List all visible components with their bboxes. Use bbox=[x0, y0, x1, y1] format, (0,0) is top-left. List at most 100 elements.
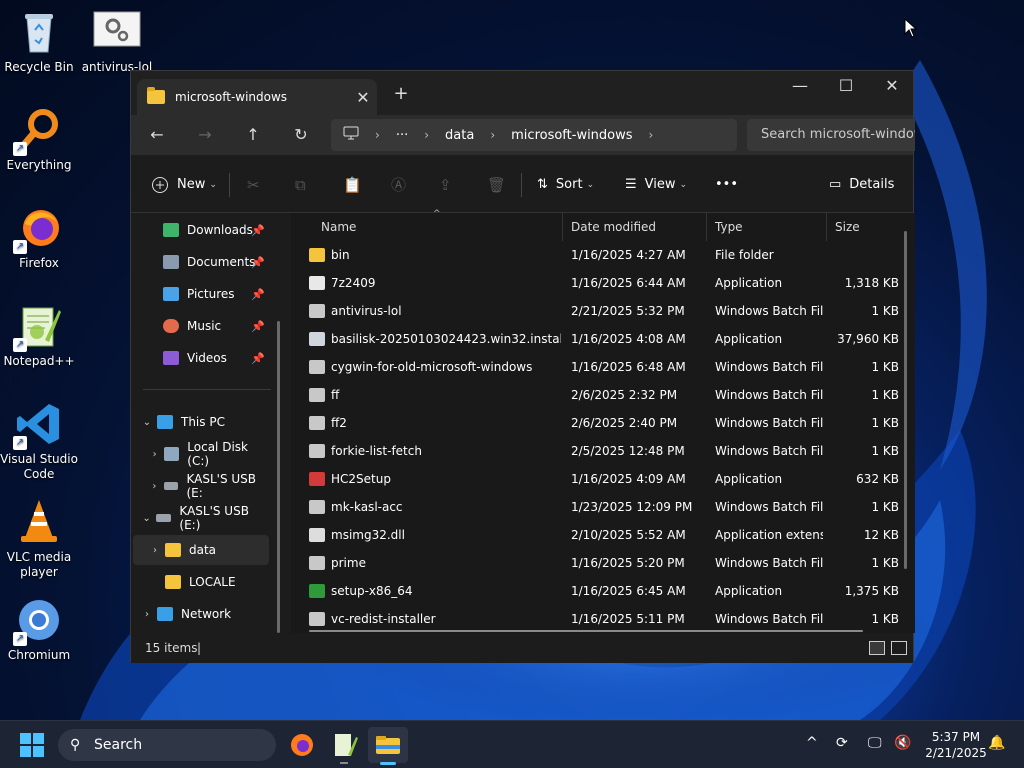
desktop-icon-antivirus-lol[interactable]: antivirus-lol bbox=[76, 8, 158, 75]
close-button[interactable]: ✕ bbox=[869, 71, 915, 103]
search-input[interactable]: Search microsoft-windows bbox=[747, 119, 915, 151]
refresh-button[interactable]: ↻ bbox=[283, 121, 319, 149]
forward-button[interactable]: → bbox=[187, 121, 223, 149]
file-name: prime bbox=[331, 556, 366, 570]
file-size: 1 KB bbox=[871, 416, 899, 430]
tiles-view-icon[interactable] bbox=[891, 641, 907, 655]
file-row[interactable]: ff 2/6/2025 2:32 PM Windows Batch File 1 KB bbox=[291, 381, 899, 409]
pin-icon[interactable]: 📌 bbox=[251, 352, 265, 365]
nav-item-videos[interactable]: Videos 📌 bbox=[133, 343, 269, 373]
nav-item-network[interactable]: › Network bbox=[133, 599, 269, 629]
nav-item-usb-drive[interactable]: › KASL'S USB (E: bbox=[133, 471, 269, 501]
file-row[interactable]: HC2Setup 1/16/2025 4:09 AM Application 632 … bbox=[291, 465, 899, 493]
file-name: basilisk-20250103024423.win32.installer bbox=[331, 332, 561, 346]
up-button[interactable]: ↑ bbox=[235, 121, 271, 149]
file-row[interactable]: setup-x86_64 1/16/2025 6:45 AM Application… bbox=[291, 577, 899, 605]
nav-scrollbar[interactable] bbox=[277, 321, 280, 633]
copy-icon[interactable]: ⧉ bbox=[295, 173, 306, 197]
chevron-right-icon[interactable]: › bbox=[147, 545, 163, 556]
taskbar-search[interactable]: ⚲ Search bbox=[58, 729, 276, 761]
nav-item-data[interactable]: › data bbox=[133, 535, 269, 565]
pin-icon[interactable]: 📌 bbox=[251, 224, 265, 237]
chevron-right-icon[interactable]: › bbox=[139, 609, 155, 620]
details-view-icon[interactable] bbox=[869, 641, 885, 655]
file-row[interactable]: mk-kasl-acc 1/23/2025 12:09 PM Windows Bat… bbox=[291, 493, 899, 521]
file-row[interactable]: vc-redist-installer 1/16/2025 5:11 PM Wind… bbox=[291, 605, 899, 631]
nav-item-downloads[interactable]: Downloads 📌 bbox=[133, 215, 269, 245]
notification-bell-icon[interactable]: 🔔 bbox=[988, 735, 1005, 751]
breadcrumb-item-microsoft-windows[interactable]: microsoft-windows bbox=[511, 128, 632, 143]
vertical-scrollbar[interactable] bbox=[904, 231, 907, 569]
desktop-icon-everything[interactable]: ↗ Everything bbox=[0, 106, 79, 173]
desktop-icon-recycle-bin[interactable]: Recycle Bin bbox=[0, 8, 79, 75]
nav-item-local-disk[interactable]: › Local Disk (C:) bbox=[133, 439, 269, 469]
rename-icon[interactable]: Ⓐ bbox=[391, 173, 406, 197]
file-date: 1/16/2025 4:09 AM bbox=[571, 472, 686, 486]
file-row[interactable]: basilisk-20250103024423.win32.installer 1… bbox=[291, 325, 899, 353]
new-tab-button[interactable]: + bbox=[389, 83, 413, 104]
maximize-button[interactable]: ☐ bbox=[823, 71, 869, 103]
view-button[interactable]: ☰ View ⌄ bbox=[625, 173, 687, 197]
cygwin-file-icon bbox=[309, 584, 325, 598]
nav-item-music[interactable]: Music 📌 bbox=[133, 311, 269, 341]
horizontal-scrollbar[interactable] bbox=[309, 630, 863, 632]
taskbar-notepadplusplus[interactable] bbox=[324, 727, 364, 764]
nav-item-locale[interactable]: LOCALE bbox=[133, 567, 269, 597]
desktop-icon-vscode[interactable]: ↗ Visual Studio Code bbox=[0, 400, 79, 482]
file-row[interactable]: ff2 2/6/2025 2:40 PM Windows Batch File 1 K… bbox=[291, 409, 899, 437]
nav-item-this-pc[interactable]: ⌄ This PC bbox=[133, 407, 269, 437]
file-row[interactable]: forkie-list-fetch 2/5/2025 12:48 PM Window… bbox=[291, 437, 899, 465]
new-button[interactable]: New ⌄ bbox=[151, 173, 217, 197]
file-row[interactable]: antivirus-lol 2/21/2025 5:32 PM Windows Ba… bbox=[291, 297, 899, 325]
paste-icon[interactable]: 📋 bbox=[343, 173, 362, 197]
chevron-down-icon[interactable]: ⌄ bbox=[139, 417, 155, 428]
tab-close-button[interactable]: ✕ bbox=[349, 88, 377, 107]
chevron-right-icon[interactable]: › bbox=[147, 481, 162, 492]
taskbar-file-explorer[interactable] bbox=[368, 727, 408, 765]
column-header-size[interactable]: Size bbox=[827, 213, 903, 241]
sort-button[interactable]: ⇅ Sort ⌄ bbox=[537, 173, 594, 197]
file-row[interactable]: prime 1/16/2025 5:20 PM Windows Batch File… bbox=[291, 549, 899, 577]
volume-muted-icon[interactable]: 🔇 bbox=[894, 735, 911, 751]
breadcrumb[interactable]: › ··· › data › microsoft-windows › bbox=[331, 119, 737, 151]
minimize-button[interactable]: — bbox=[777, 71, 823, 103]
breadcrumb-item-data[interactable]: data bbox=[445, 128, 474, 143]
pin-icon[interactable]: 📌 bbox=[251, 288, 265, 301]
file-row[interactable]: msimg32.dll 2/10/2025 5:52 AM Application … bbox=[291, 521, 899, 549]
taskbar-firefox[interactable] bbox=[282, 727, 322, 763]
nav-item-label: Downloads bbox=[187, 223, 253, 237]
share-icon[interactable]: ⇪ bbox=[439, 173, 452, 197]
clock[interactable]: 5:37 PM 2/21/2025 bbox=[920, 729, 992, 761]
desktop-icon-chromium[interactable]: ↗ Chromium bbox=[0, 596, 79, 663]
more-options-button[interactable]: ••• bbox=[715, 173, 738, 197]
delete-icon[interactable]: 🗑 bbox=[487, 173, 506, 197]
update-icon[interactable]: ⟳ bbox=[836, 735, 848, 751]
pin-icon[interactable]: 📌 bbox=[251, 256, 265, 269]
nav-item-usb-drive-expanded[interactable]: ⌄ KASL'S USB (E:) bbox=[133, 503, 269, 533]
column-header-date[interactable]: Date modified bbox=[563, 213, 707, 241]
cut-icon[interactable]: ✂ bbox=[247, 173, 260, 197]
file-row[interactable]: cygwin-for-old-microsoft-windows 1/16/202… bbox=[291, 353, 899, 381]
desktop-icon-vlc[interactable]: VLC media player bbox=[0, 498, 79, 580]
desktop-icon-firefox[interactable]: ↗ Firefox bbox=[0, 204, 79, 271]
tab-microsoft-windows[interactable]: microsoft-windows ✕ bbox=[137, 79, 377, 115]
network-monitor-icon[interactable]: 🖵 bbox=[868, 735, 882, 751]
chevron-up-icon[interactable]: ^ bbox=[806, 735, 818, 751]
column-header-type[interactable]: Type bbox=[707, 213, 827, 241]
file-row[interactable]: 7z2409 1/16/2025 6:44 AM Application 1,318 … bbox=[291, 269, 899, 297]
nav-item-documents[interactable]: Documents 📌 bbox=[133, 247, 269, 277]
breadcrumb-chevron-icon[interactable]: › bbox=[649, 128, 654, 142]
desktop-icon-notepadplusplus[interactable]: ↗ Notepad++ bbox=[0, 302, 79, 369]
chevron-right-icon[interactable]: › bbox=[147, 449, 162, 460]
recycle-bin-icon bbox=[15, 8, 63, 56]
this-pc-monitor-icon[interactable] bbox=[343, 126, 359, 144]
chevron-down-icon[interactable]: ⌄ bbox=[139, 513, 154, 524]
details-pane-button[interactable]: ▭ Details bbox=[829, 173, 894, 197]
file-row[interactable]: bin 1/16/2025 4:27 AM File folder bbox=[291, 241, 899, 269]
back-button[interactable]: ← bbox=[139, 121, 175, 149]
dll-file-icon bbox=[309, 528, 325, 542]
start-windows-icon[interactable] bbox=[20, 733, 44, 760]
nav-item-pictures[interactable]: Pictures 📌 bbox=[133, 279, 269, 309]
breadcrumb-more[interactable]: ··· bbox=[396, 128, 408, 143]
pin-icon[interactable]: 📌 bbox=[251, 320, 265, 333]
